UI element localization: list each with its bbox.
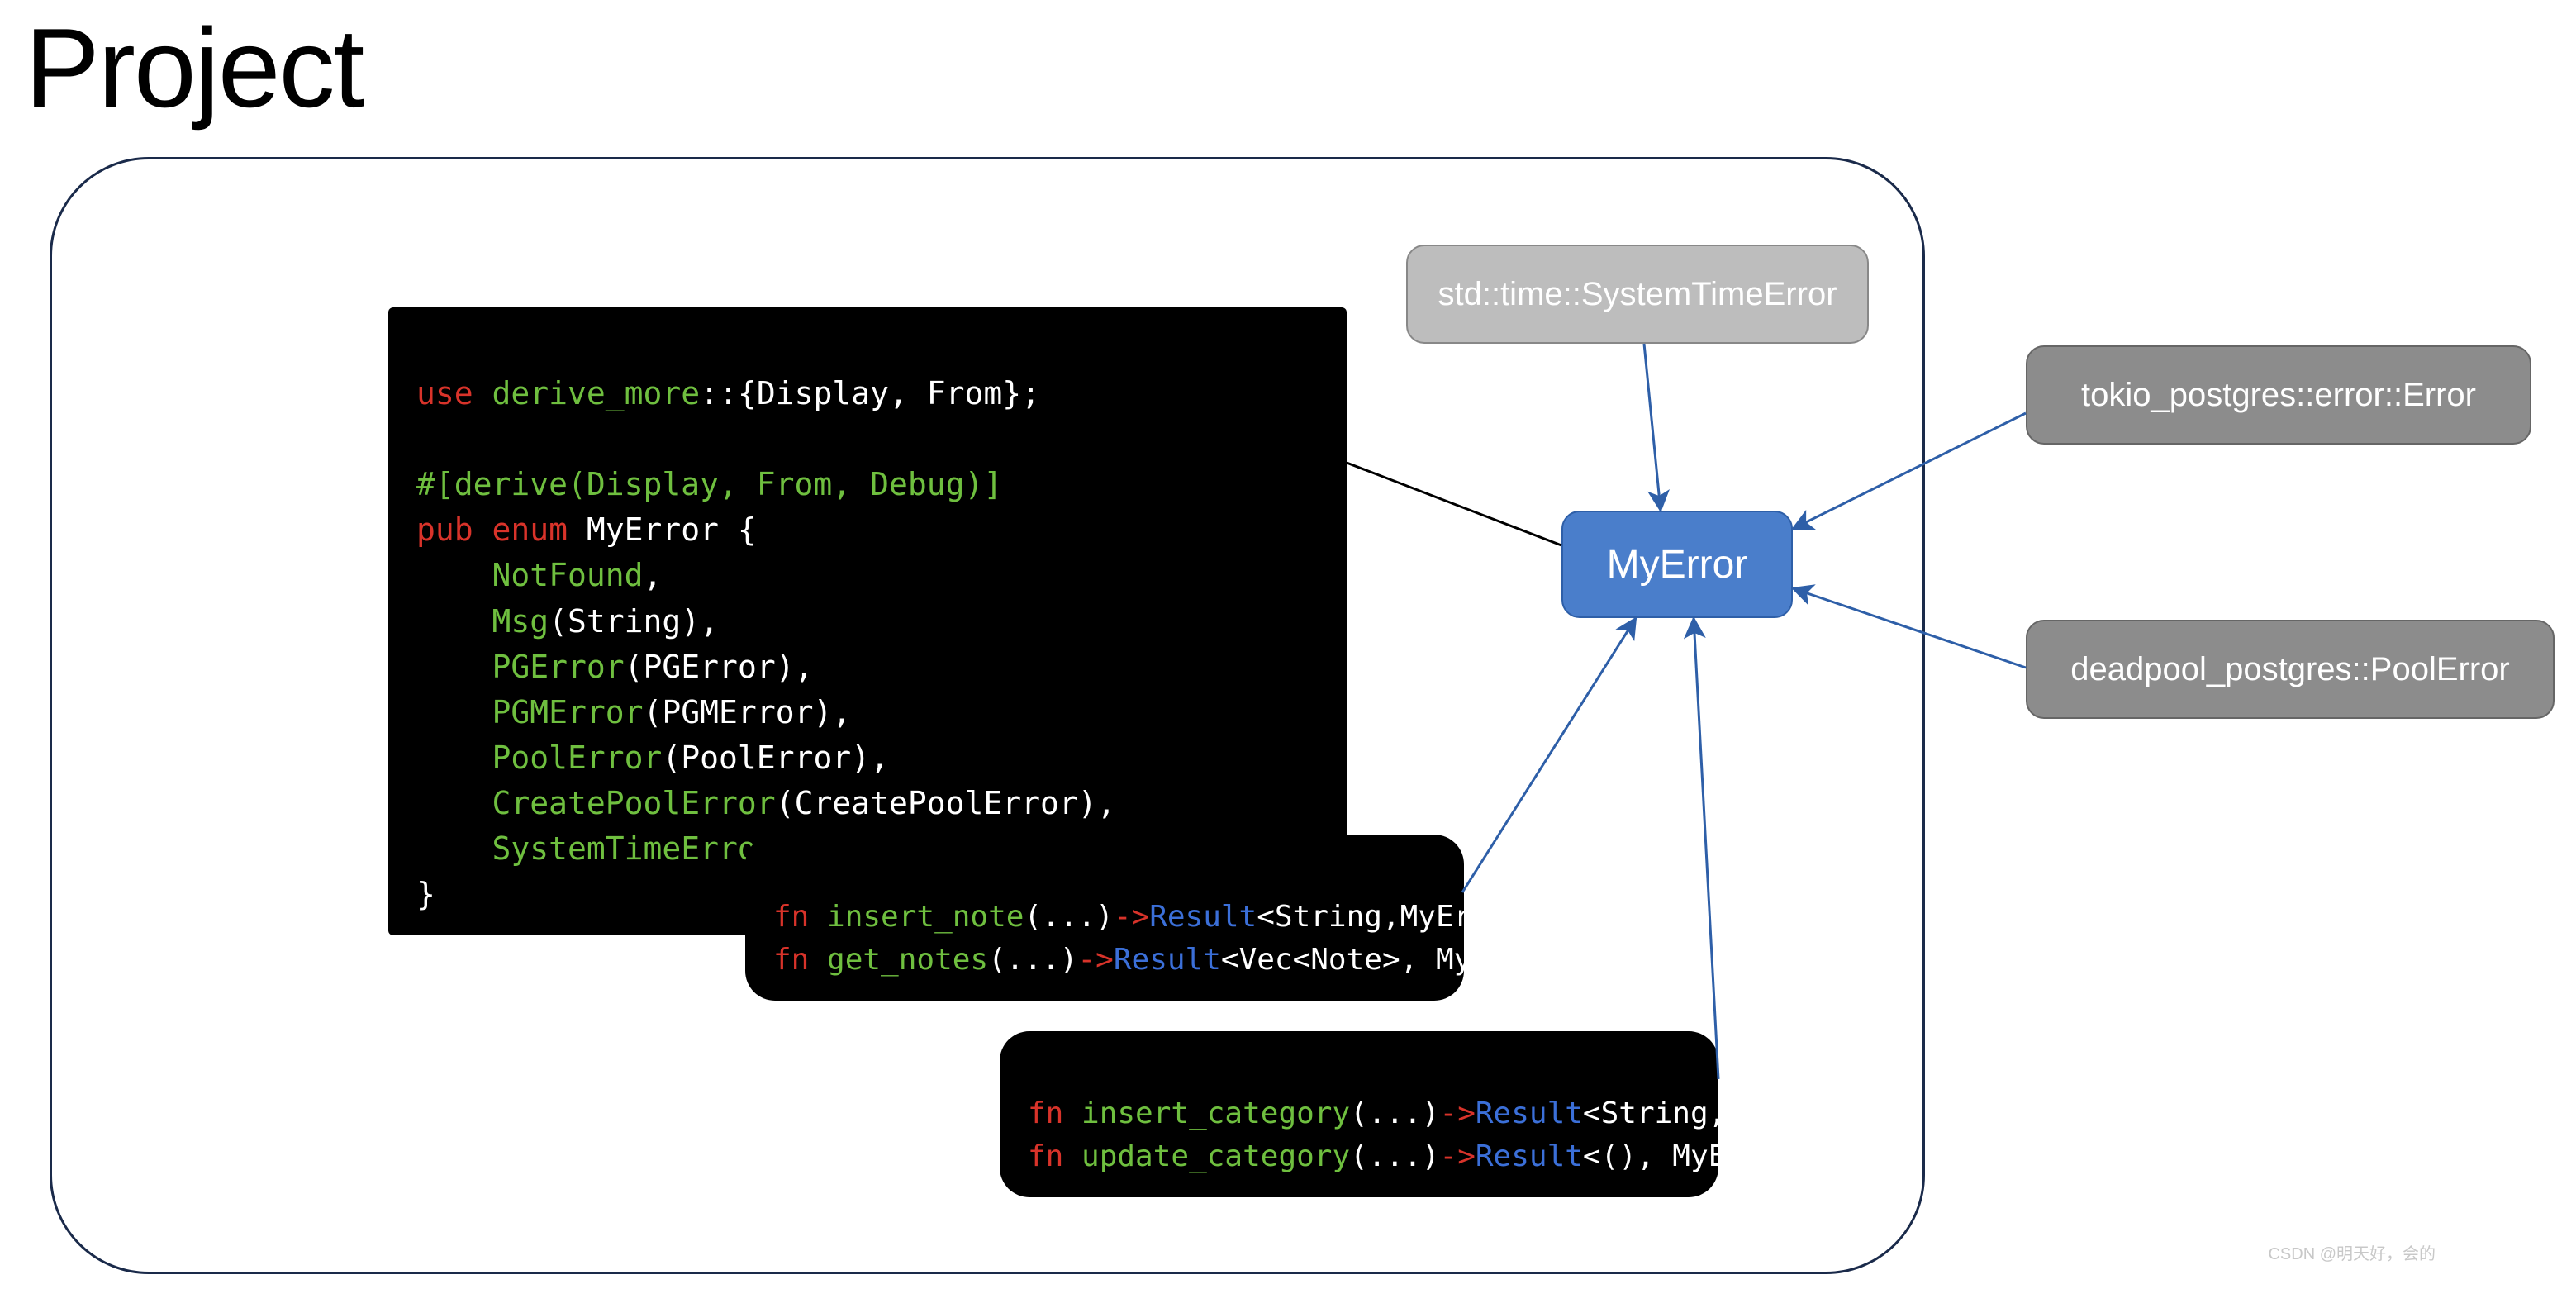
node-systemtime-error: std::time::SystemTimeError bbox=[1406, 245, 1869, 344]
node-label: deadpool_postgres::PoolError bbox=[2070, 651, 2509, 688]
node-label: tokio_postgres::error::Error bbox=[2081, 377, 2476, 414]
code-category-fns: fn insert_category(...)->Result<String,M… bbox=[1000, 1031, 1718, 1197]
node-myerror: MyError bbox=[1561, 511, 1793, 618]
code-notes-fns: fn insert_note(...)->Result<String,MyErr… bbox=[745, 835, 1464, 1001]
page-title: Project bbox=[25, 3, 363, 132]
node-label: MyError bbox=[1607, 542, 1748, 587]
node-tokio-error: tokio_postgres::error::Error bbox=[2026, 345, 2531, 445]
node-deadpool-error: deadpool_postgres::PoolError bbox=[2026, 620, 2555, 719]
node-label: std::time::SystemTimeError bbox=[1438, 276, 1837, 313]
watermark: CSDN @明天好，会的 bbox=[2268, 1240, 2436, 1264]
